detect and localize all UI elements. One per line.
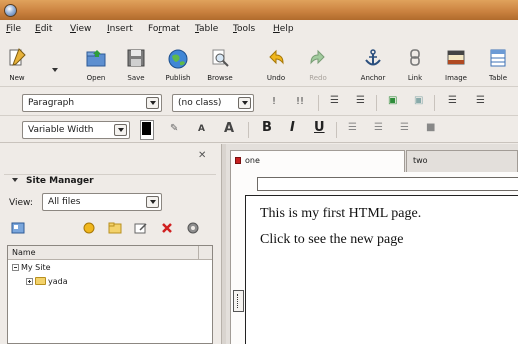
body-tag-marker-icon[interactable] <box>233 290 244 312</box>
rename-icon[interactable] <box>134 222 148 234</box>
image-button[interactable]: Image <box>442 48 470 88</box>
expand-icon[interactable] <box>26 278 33 285</box>
new-dropdown-arrow-icon[interactable] <box>52 68 58 72</box>
menu-bar: File Edit View Insert Format Table Tools… <box>0 20 518 39</box>
collapse-triangle-icon[interactable] <box>12 178 18 182</box>
remove-text-styles-icon[interactable]: ! <box>272 96 276 107</box>
menu-tools[interactable]: Tools <box>233 24 255 34</box>
chevron-down-icon[interactable] <box>146 97 159 109</box>
collapse-icon[interactable] <box>12 264 19 271</box>
document-paragraph[interactable]: This is my first HTML page. <box>260 206 421 222</box>
toolbar-separator <box>336 122 337 138</box>
smaller-font-button[interactable]: A <box>198 124 205 134</box>
toolbar-separator <box>318 95 319 111</box>
table-button[interactable]: Table <box>484 48 512 88</box>
column-picker-icon[interactable] <box>198 246 212 260</box>
font-select[interactable]: Variable Width <box>22 121 130 139</box>
table-grid-icon <box>490 49 506 67</box>
underline-button[interactable]: U <box>314 120 325 135</box>
publish-globe-icon <box>168 49 188 69</box>
view-filter-select[interactable]: All files <box>42 193 162 211</box>
text-color-picker[interactable] <box>140 120 154 140</box>
save-button[interactable]: Save <box>122 48 150 88</box>
text-color-swatch <box>142 122 151 135</box>
tree-column-header[interactable]: Name <box>8 246 212 260</box>
align-right-icon[interactable]: ☰ <box>476 95 485 106</box>
app-icon[interactable] <box>4 4 17 17</box>
class-select[interactable]: (no class) <box>172 94 254 112</box>
tag-bar <box>230 172 518 192</box>
toolbar-separator <box>376 95 377 111</box>
document-page[interactable]: This is my first HTML page. Click to see… <box>245 195 518 344</box>
paragraph-format-select[interactable]: Paragraph <box>22 94 162 112</box>
justify-icon[interactable]: ■ <box>426 122 435 133</box>
main-toolbar: New Open Save Publish Browse Undo Redo A… <box>0 42 518 87</box>
modified-document-icon <box>235 157 241 164</box>
remove-links-icon[interactable]: !! <box>296 96 304 107</box>
bullet-list-icon[interactable]: ☰ <box>356 95 365 106</box>
outdent-icon[interactable]: ▣ <box>414 95 423 106</box>
open-folder-icon <box>86 50 106 67</box>
align-left-icon[interactable]: ☰ <box>448 95 457 106</box>
refresh-icon[interactable] <box>186 222 200 234</box>
chevron-down-icon[interactable] <box>114 124 127 136</box>
chevron-down-icon[interactable] <box>238 97 251 109</box>
menu-insert[interactable]: Insert <box>107 24 133 34</box>
delete-icon[interactable] <box>160 222 174 234</box>
format-toolbar: Paragraph (no class) ! !! ☰ ☰ ▣ ▣ ☰ ☰ <box>0 90 518 116</box>
chevron-down-icon[interactable] <box>146 196 159 208</box>
anchor-button[interactable]: Anchor <box>356 48 390 88</box>
open-button[interactable]: Open <box>82 48 110 88</box>
site-tree: Name My Site yada <box>7 245 213 344</box>
browse-magnifier-icon <box>212 49 229 67</box>
title-bar <box>0 0 518 20</box>
new-document-icon <box>9 48 26 66</box>
larger-font-button[interactable]: A <box>224 121 234 136</box>
toolbar-separator <box>434 95 435 111</box>
anchor-icon <box>365 49 381 66</box>
editor-area: one two This is my first HTML page. Clic… <box>226 144 518 344</box>
image-picture-icon <box>447 50 465 65</box>
menu-help[interactable]: Help <box>273 24 294 34</box>
new-folder-icon[interactable] <box>108 222 122 234</box>
toolbar-separator <box>248 122 249 138</box>
site-manager-header[interactable]: Site Manager <box>4 174 216 188</box>
tree-item-my-site[interactable]: My Site <box>12 263 51 272</box>
redo-arrow-icon <box>310 49 325 65</box>
link-chain-icon <box>410 49 420 66</box>
numbered-list-icon[interactable]: ☰ <box>330 95 339 106</box>
tag-path-input[interactable] <box>257 177 518 191</box>
menu-table[interactable]: Table <box>195 24 218 34</box>
browse-button[interactable]: Browse <box>202 48 238 88</box>
undo-arrow-icon <box>269 49 284 65</box>
tab-two[interactable]: two <box>406 150 518 172</box>
close-icon[interactable]: ✕ <box>198 150 206 161</box>
indent-icon[interactable]: ▣ <box>388 95 397 106</box>
tree-item-yada[interactable]: yada <box>26 277 68 286</box>
document-viewport: This is my first HTML page. Click to see… <box>230 192 518 344</box>
bold-button[interactable]: B <box>262 120 272 135</box>
redo-button[interactable]: Redo <box>304 48 332 88</box>
text-style-toolbar: Variable Width ✎ A A B I U ☰ ☰ ☰ ■ <box>0 117 518 143</box>
align-center-icon[interactable]: ☰ <box>374 122 383 133</box>
menu-view[interactable]: View <box>70 24 91 34</box>
open-file-icon[interactable] <box>82 222 96 234</box>
publish-button[interactable]: Publish <box>160 48 196 88</box>
align-left-icon[interactable]: ☰ <box>348 122 357 133</box>
align-right-icon[interactable]: ☰ <box>400 122 409 133</box>
menu-edit[interactable]: Edit <box>35 24 52 34</box>
new-button[interactable]: New <box>8 48 58 88</box>
edit-sites-icon[interactable] <box>11 222 25 234</box>
document-paragraph[interactable]: Click to see the new page <box>260 232 403 248</box>
menu-format[interactable]: Format <box>148 24 180 34</box>
undo-button[interactable]: Undo <box>262 48 290 88</box>
italic-button[interactable]: I <box>290 120 295 135</box>
tab-one[interactable]: one <box>230 150 405 172</box>
site-manager-panel: ✕ Site Manager View: All files Name My S… <box>0 144 222 344</box>
menu-file[interactable]: File <box>6 24 21 34</box>
save-disk-icon <box>127 49 145 67</box>
highlight-pen-icon[interactable]: ✎ <box>170 123 178 134</box>
link-button[interactable]: Link <box>402 48 428 88</box>
folder-icon <box>35 277 46 285</box>
